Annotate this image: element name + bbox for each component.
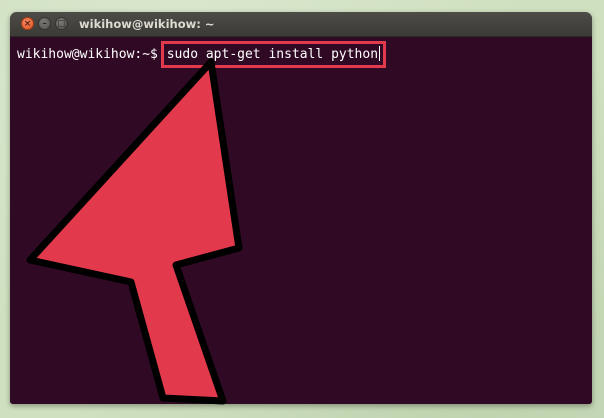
command-line[interactable]: wikihow@wikihow:~$ sudo apt-get install …: [17, 41, 387, 68]
minimize-button[interactable]: –: [38, 17, 51, 30]
command-text: sudo apt-get install python: [166, 47, 379, 62]
terminal-area[interactable]: wikihow@wikihow:~$ sudo apt-get install …: [10, 37, 592, 404]
text-cursor: [379, 46, 381, 61]
shell-prompt: wikihow@wikihow:~$: [17, 47, 166, 62]
close-button[interactable]: ×: [21, 17, 34, 30]
maximize-button[interactable]: □: [55, 17, 68, 30]
highlighted-command: sudo apt-get install python: [160, 41, 387, 68]
terminal-window: × – □ wikihow@wikihow: ~ wikihow@wikihow…: [10, 12, 592, 404]
window-title: wikihow@wikihow: ~: [79, 17, 215, 31]
title-bar: × – □ wikihow@wikihow: ~: [10, 12, 592, 37]
